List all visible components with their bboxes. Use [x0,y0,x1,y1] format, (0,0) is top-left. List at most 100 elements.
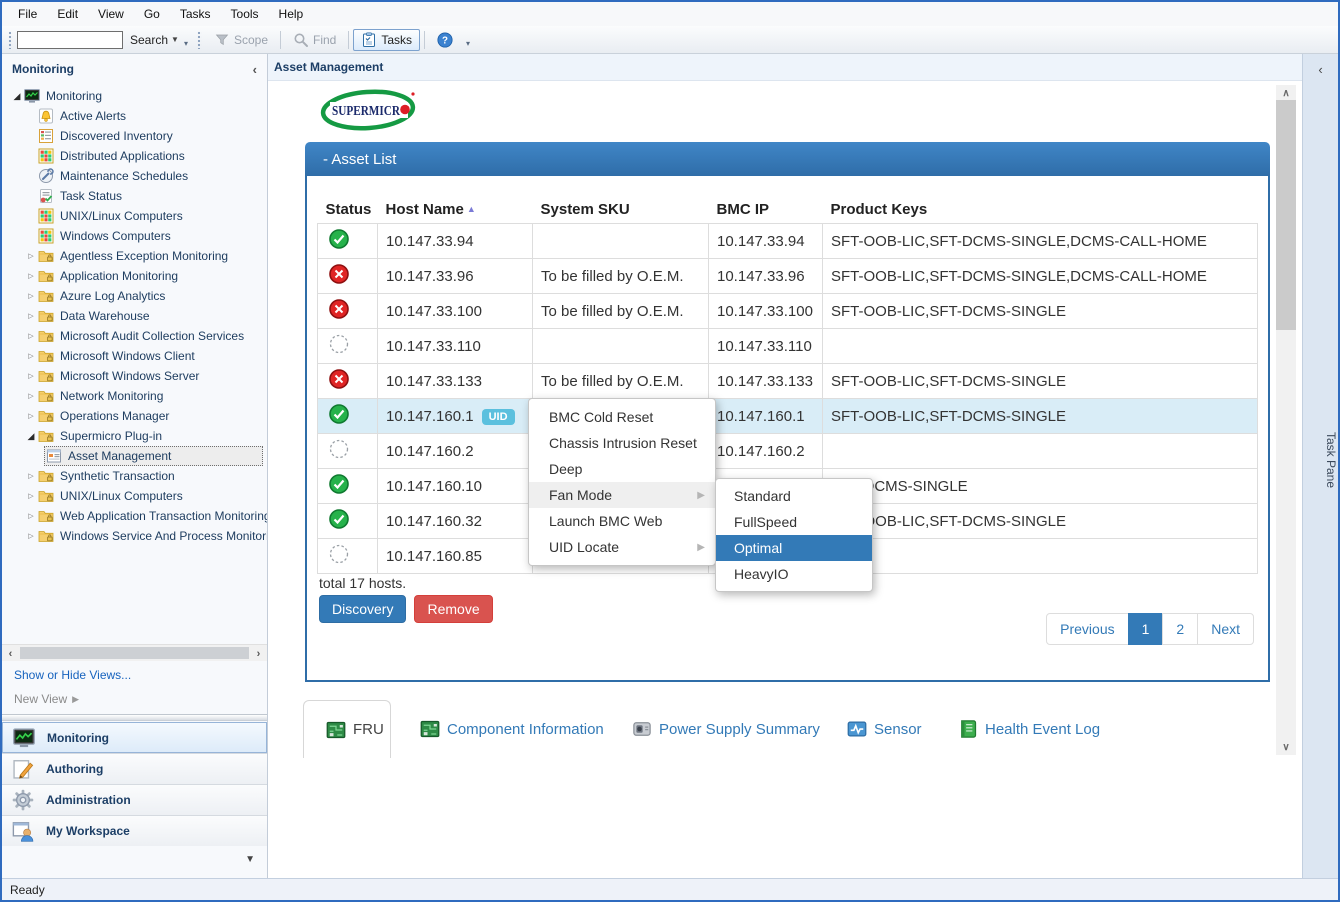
tree-item-windows-service-and-process-monitoring[interactable]: ▷Windows Service And Process Monitoring [2,526,267,546]
detail-tab-sensor[interactable]: Sensor [847,700,922,758]
task-pane-strip[interactable]: ‹ Task Pane [1302,54,1338,878]
menu-file[interactable]: File [8,4,47,24]
detail-tab-health-event-log[interactable]: Health Event Log [958,700,1100,758]
find-button[interactable]: Find [285,29,344,51]
expander-collapsed-icon[interactable]: ▷ [24,292,38,300]
expander-collapsed-icon[interactable]: ▷ [24,532,38,540]
asset-row-10-147-33-96[interactable]: 10.147.33.96To be filled by O.E.M.10.147… [318,259,1258,294]
menu-item-launch-bmc-web[interactable]: Launch BMC Web [529,508,715,534]
asset-row-10-147-33-94[interactable]: 10.147.33.9410.147.33.94SFT-OOB-LIC,SFT-… [318,224,1258,259]
expander-expanded-icon[interactable]: ◢ [24,431,38,442]
asset-row-10-147-33-133[interactable]: 10.147.33.133To be filled by O.E.M.10.14… [318,364,1258,399]
expander-collapsed-icon[interactable]: ▷ [24,492,38,500]
toolbar-overflow-icon[interactable]: ▾ [184,39,188,53]
menu-help[interactable]: Help [269,4,314,24]
expander-collapsed-icon[interactable]: ▷ [24,312,38,320]
asset-row-10-147-33-100[interactable]: 10.147.33.100To be filled by O.E.M.10.14… [318,294,1258,329]
sidebar-collapse-icon[interactable]: ‹ [253,62,257,77]
new-view-link[interactable]: New View▶ [14,692,79,706]
sidebar-horizontal-scrollbar[interactable]: ‹ › [2,644,267,661]
nav-authoring[interactable]: Authoring [2,753,267,784]
menu-item-fan-mode[interactable]: Fan Mode▶ [529,482,715,508]
tree-item-task-status[interactable]: Task Status [2,186,267,206]
scroll-left-icon[interactable]: ‹ [2,645,19,662]
scroll-up-icon[interactable]: ∧ [1276,85,1296,101]
tree-item-microsoft-audit-collection-services[interactable]: ▷Microsoft Audit Collection Services [2,326,267,346]
search-input[interactable] [17,31,123,49]
tree-item-network-monitoring[interactable]: ▷Network Monitoring [2,386,267,406]
page-2[interactable]: 2 [1162,613,1198,645]
show-or-hide-views-link[interactable]: Show or Hide Views... [14,668,131,682]
expander-collapsed-icon[interactable]: ▷ [24,472,38,480]
asset-row-10-147-160-1[interactable]: 10.147.160.1UIDTo be filled by O.E.M.10.… [318,399,1258,434]
expander-expanded-icon[interactable]: ◢ [10,91,24,102]
column-header-status[interactable]: Status [318,196,378,224]
column-header-product-keys[interactable]: Product Keys [823,196,1258,224]
task-pane-expand-icon[interactable]: ‹ [1303,62,1338,77]
tree-item-web-application-transaction-monitoring[interactable]: ▷Web Application Transaction Monitoring [2,506,267,526]
tasks-button[interactable]: Tasks [353,29,420,51]
asset-list-header[interactable]: - Asset List [305,142,1270,176]
nav-options-icon[interactable]: ▼ [245,854,255,865]
submenu-item-fullspeed[interactable]: FullSpeed [716,509,872,535]
toolbar-grip[interactable] [8,31,13,49]
menu-item-deep[interactable]: Deep [529,456,715,482]
expander-collapsed-icon[interactable]: ▷ [24,412,38,420]
help-button[interactable]: ? [429,29,461,51]
submenu-item-heavyio[interactable]: HeavyIO [716,561,872,587]
asset-row-10-147-33-110[interactable]: 10.147.33.11010.147.33.110 [318,329,1258,364]
submenu-item-standard[interactable]: Standard [716,483,872,509]
remove-button[interactable]: Remove [414,595,492,623]
menu-item-uid-locate[interactable]: UID Locate▶ [529,534,715,560]
tree-item-microsoft-windows-client[interactable]: ▷Microsoft Windows Client [2,346,267,366]
tree-item-discovered-inventory[interactable]: Discovered Inventory [2,126,267,146]
tree-item-agentless-exception-monitoring[interactable]: ▷Agentless Exception Monitoring [2,246,267,266]
menu-edit[interactable]: Edit [47,4,88,24]
expander-collapsed-icon[interactable]: ▷ [24,332,38,340]
tree-item-unix-linux-computers[interactable]: ▷UNIX/Linux Computers [2,486,267,506]
scroll-down-icon[interactable]: ∨ [1276,739,1296,755]
tree-item-maintenance-schedules[interactable]: Maintenance Schedules [2,166,267,186]
scroll-right-icon[interactable]: › [250,645,267,662]
toolbar-grip[interactable] [197,31,202,49]
tree-item-application-monitoring[interactable]: ▷Application Monitoring [2,266,267,286]
nav-monitoring[interactable]: Monitoring [2,722,267,753]
tree-item-monitoring[interactable]: ◢Monitoring [2,86,267,106]
expander-collapsed-icon[interactable]: ▷ [24,272,38,280]
tree-item-distributed-applications[interactable]: Distributed Applications [2,146,267,166]
asset-row-10-147-160-2[interactable]: 10.147.160.210.147.160.2 [318,434,1258,469]
menu-view[interactable]: View [88,4,134,24]
tree-item-unix-linux-computers[interactable]: UNIX/Linux Computers [2,206,267,226]
toolbar-overflow-icon[interactable]: ▾ [466,39,470,53]
tree-item-data-warehouse[interactable]: ▷Data Warehouse [2,306,267,326]
scrollbar-thumb[interactable] [20,647,249,659]
expander-collapsed-icon[interactable]: ▷ [24,392,38,400]
search-button[interactable]: Search [123,33,171,47]
tree-item-microsoft-windows-server[interactable]: ▷Microsoft Windows Server [2,366,267,386]
menu-go[interactable]: Go [134,4,170,24]
expander-collapsed-icon[interactable]: ▷ [24,252,38,260]
column-header-system-sku[interactable]: System SKU [533,196,709,224]
tree-item-synthetic-transaction[interactable]: ▷Synthetic Transaction [2,466,267,486]
expander-collapsed-icon[interactable]: ▷ [24,352,38,360]
tree-item-windows-computers[interactable]: Windows Computers [2,226,267,246]
tree-item-azure-log-analytics[interactable]: ▷Azure Log Analytics [2,286,267,306]
detail-tab-power-supply-summary[interactable]: Power Supply Summary [632,700,820,758]
submenu-item-optimal[interactable]: Optimal [716,535,872,561]
column-header-bmc-ip[interactable]: BMC IP [709,196,823,224]
page-previous[interactable]: Previous [1046,613,1128,645]
page-1[interactable]: 1 [1128,613,1164,645]
tree-item-operations-manager[interactable]: ▷Operations Manager [2,406,267,426]
menu-tools[interactable]: Tools [221,4,269,24]
expander-collapsed-icon[interactable]: ▷ [24,512,38,520]
tree-item-supermicro-plug-in[interactable]: ◢Supermicro Plug-in [2,426,267,446]
search-dropdown-icon[interactable]: ▼ [171,35,179,44]
menu-tasks[interactable]: Tasks [170,4,221,24]
page-next[interactable]: Next [1197,613,1254,645]
menu-item-chassis-intrusion-reset[interactable]: Chassis Intrusion Reset [529,430,715,456]
tree-item-active-alerts[interactable]: Active Alerts [2,106,267,126]
detail-tab-fru[interactable]: FRU [303,700,391,758]
expander-collapsed-icon[interactable]: ▷ [24,372,38,380]
uid-badge[interactable]: UID [482,409,515,425]
tree-item-asset-management[interactable]: Asset Management [2,446,267,466]
